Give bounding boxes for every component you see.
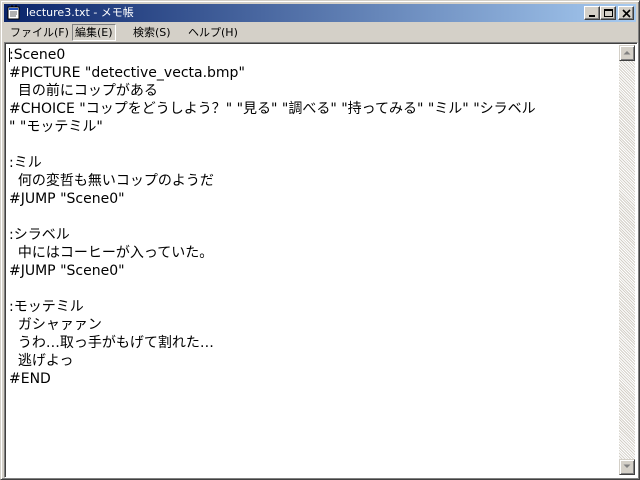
text-line[interactable]: うわ…取っ手がもげて割れた… <box>9 334 619 352</box>
scroll-down-button[interactable] <box>619 459 635 475</box>
text-line[interactable]: " "モッテミル" <box>9 118 619 136</box>
text-line[interactable] <box>9 208 619 226</box>
scroll-up-button[interactable] <box>619 45 635 61</box>
text-line[interactable]: #JUMP "Scene0" <box>9 262 619 280</box>
menu-bar: ファイル(F) 編集(E) 検索(S) ヘルプ(H) <box>4 23 636 42</box>
text-line[interactable]: #JUMP "Scene0" <box>9 190 619 208</box>
text-line[interactable]: :シラベル <box>9 226 619 244</box>
arrow-up-icon <box>623 51 631 55</box>
text-line[interactable]: 逃げよっ <box>9 352 619 370</box>
text-line[interactable]: :Scene0 <box>9 46 619 64</box>
text-line[interactable]: #PICTURE "detective_vecta.bmp" <box>9 64 619 82</box>
text-line[interactable] <box>9 136 619 154</box>
text-line[interactable]: ガシャァァン <box>9 316 619 334</box>
text-line[interactable] <box>9 280 619 298</box>
vertical-scrollbar[interactable] <box>619 45 635 475</box>
text-line[interactable]: :ミル <box>9 154 619 172</box>
close-icon <box>622 9 631 18</box>
menu-help[interactable]: ヘルプ(H) <box>186 24 240 41</box>
maximize-icon <box>604 9 613 17</box>
window-title: lecture3.txt - メモ帳 <box>26 6 134 19</box>
text-line[interactable]: :モッテミル <box>9 298 619 316</box>
arrow-down-icon <box>623 464 631 468</box>
text-content[interactable]: :Scene0 #PICTURE "detective_vecta.bmp" 目の… <box>9 46 619 474</box>
notepad-window: lecture3.txt - メモ帳 ファイル(F) 編集(E) 検索(S) ヘ… <box>0 0 640 480</box>
text-line[interactable]: 目の前にコップがある <box>9 82 619 100</box>
minimize-button[interactable] <box>584 6 600 20</box>
menu-file[interactable]: ファイル(F) <box>8 24 71 41</box>
notepad-icon[interactable] <box>7 5 21 20</box>
text-editor[interactable]: :Scene0 #PICTURE "detective_vecta.bmp" 目の… <box>4 42 638 478</box>
text-line[interactable]: 何の変哲も無いコップのようだ <box>9 172 619 190</box>
menu-edit[interactable]: 編集(E) <box>72 24 116 41</box>
text-line[interactable]: #CHOICE "コップをどうしよう？" "見る" "調べる" "持ってみる" … <box>9 100 619 118</box>
text-line[interactable]: 中にはコーヒーが入っていた。 <box>9 244 619 262</box>
menu-search[interactable]: 検索(S) <box>131 24 173 41</box>
minimize-icon <box>589 15 595 17</box>
title-bar[interactable]: lecture3.txt - メモ帳 <box>4 4 636 22</box>
text-line[interactable]: #END <box>9 370 619 388</box>
maximize-button[interactable] <box>600 6 616 20</box>
text-caret <box>9 48 10 62</box>
close-button[interactable] <box>618 6 634 20</box>
